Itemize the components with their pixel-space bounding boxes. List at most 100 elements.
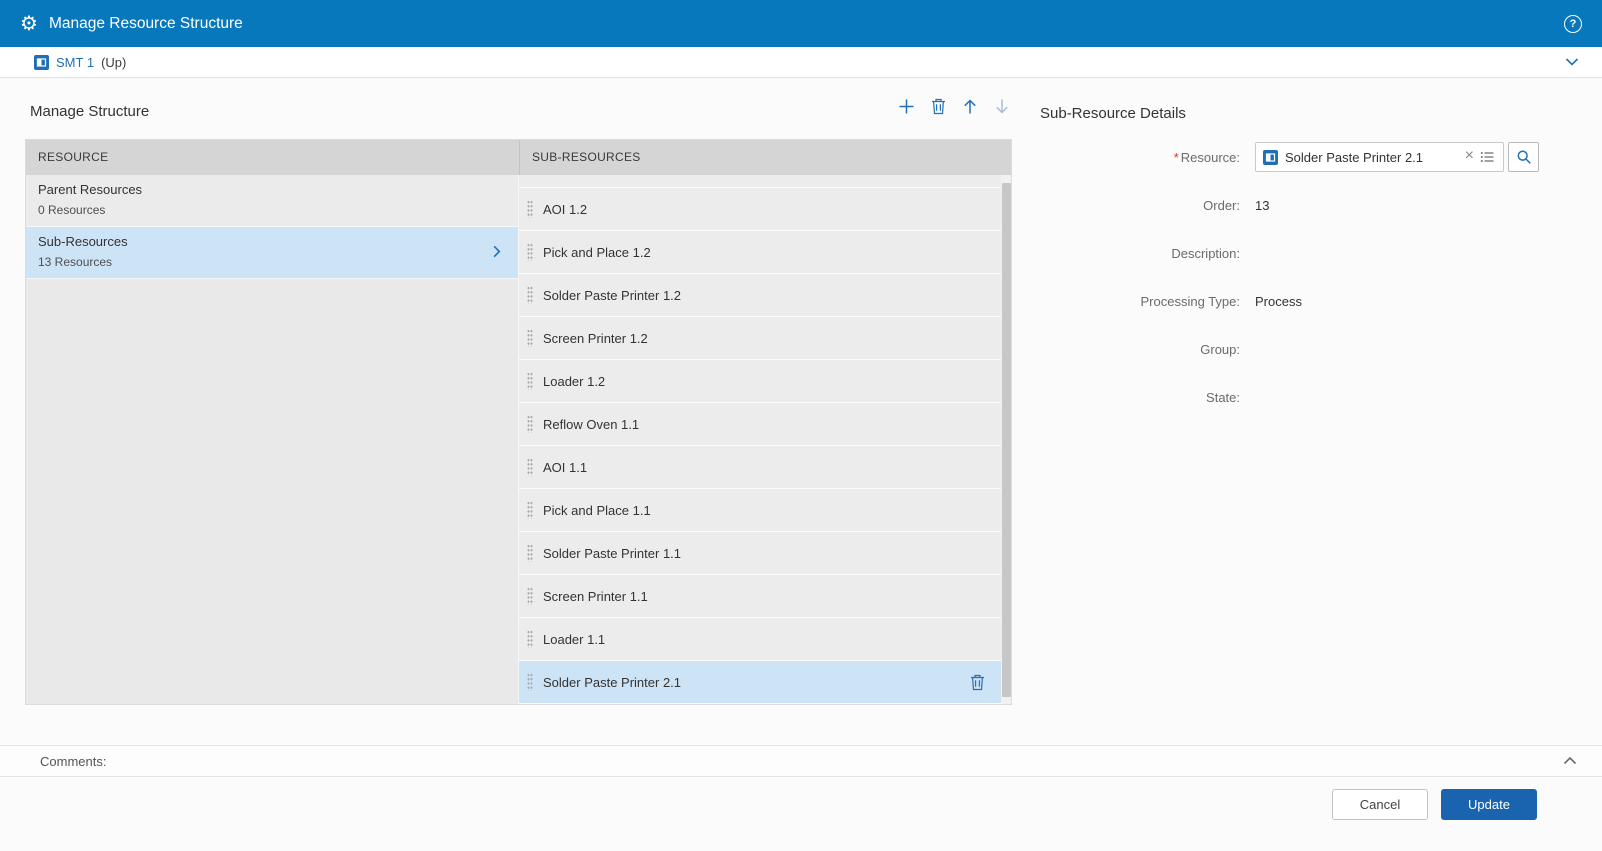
sub-resource-row[interactable]: Loader 1.1 [519, 618, 1011, 661]
sub-resource-name: AOI 1.2 [543, 202, 587, 217]
field-value: 13 [1255, 198, 1269, 213]
details-panel-title: Sub-Resource Details [1040, 105, 1186, 122]
required-marker: * [1174, 150, 1179, 165]
comments-bar[interactable]: Comments: [0, 745, 1602, 777]
resource-picker-input[interactable]: Solder Paste Printer 2.1 × [1255, 142, 1504, 172]
sub-resource-row[interactable]: Pick and Place 1.2 [519, 231, 1011, 274]
sub-resource-row[interactable]: Screen Printer 1.2 [519, 317, 1011, 360]
sub-resource-name: Pick and Place 1.1 [543, 503, 651, 518]
sub-resource-name: Loader 1.1 [543, 632, 605, 647]
sub-resource-name: Screen Printer 1.1 [543, 589, 648, 604]
chevron-down-icon[interactable] [1564, 54, 1580, 70]
footer-bar: Cancel Update [0, 777, 1602, 851]
structure-panel-title: Manage Structure [30, 103, 149, 120]
details-panel: *Resource: Solder Paste Printer 2.1 × Or… [1040, 141, 1570, 429]
drag-handle-icon[interactable] [527, 673, 533, 691]
breadcrumb-up-label: (Up) [101, 55, 126, 70]
partially-scrolled-row [519, 175, 1011, 188]
resource-entity-icon [1263, 150, 1278, 165]
breadcrumb-entity-link[interactable]: SMT 1 [56, 55, 94, 70]
column-header-sub-resources: SUB-RESOURCES [519, 140, 1011, 175]
resource-groups-column: Parent Resources0 Resources Sub-Resources… [26, 175, 519, 704]
drag-handle-icon[interactable] [527, 372, 533, 390]
add-icon[interactable] [898, 98, 915, 115]
sub-resource-list: AOI 1.2 Pick and Place 1.2 Solder Paste Pr… [519, 188, 1011, 704]
delete-icon[interactable] [931, 98, 946, 115]
detail-field-row: Order:13 [1040, 189, 1570, 221]
sub-resource-row[interactable]: Loader 1.2 [519, 360, 1011, 403]
move-down-icon [994, 98, 1010, 115]
sub-resource-row[interactable]: Reflow Oven 1.1 [519, 403, 1011, 446]
scrollbar[interactable] [1001, 175, 1011, 704]
drag-handle-icon[interactable] [527, 200, 533, 218]
field-label: *Resource: [1040, 150, 1240, 165]
detail-field-row: Group: [1040, 333, 1570, 365]
chevron-up-icon[interactable] [1562, 753, 1578, 769]
field-label: State: [1040, 390, 1240, 405]
table-body: Parent Resources0 Resources Sub-Resources… [26, 175, 1011, 704]
drag-handle-icon[interactable] [527, 544, 533, 562]
drag-handle-icon[interactable] [527, 329, 533, 347]
comments-label: Comments: [40, 754, 106, 769]
sub-resource-row[interactable]: AOI 1.2 [519, 188, 1011, 231]
resource-field-row: *Resource: Solder Paste Printer 2.1 × [1040, 141, 1570, 173]
app-header: ⚙ Manage Resource Structure ? [0, 0, 1602, 47]
sub-resource-name: Solder Paste Printer 2.1 [543, 675, 681, 690]
field-label: Description: [1040, 246, 1240, 261]
sub-resource-row[interactable]: Solder Paste Printer 2.1 [519, 661, 1011, 704]
table-header: RESOURCE SUB-RESOURCES [26, 140, 1011, 175]
resource-field-label: Resource: [1181, 150, 1240, 165]
chevron-right-icon [489, 244, 504, 259]
sub-resource-name: Loader 1.2 [543, 374, 605, 389]
sub-resource-name: AOI 1.1 [543, 460, 587, 475]
resource-group-count: 13 Resources [38, 253, 128, 272]
resource-group-row[interactable]: Sub-Resources13 Resources [26, 227, 518, 279]
sub-resource-name: Solder Paste Printer 1.2 [543, 288, 681, 303]
resource-group-label: Sub-Resources [38, 232, 128, 253]
drag-handle-icon[interactable] [527, 415, 533, 433]
update-button[interactable]: Update [1441, 789, 1537, 820]
sub-resource-row[interactable]: Solder Paste Printer 1.1 [519, 532, 1011, 575]
field-value: Process [1255, 294, 1302, 309]
drag-handle-icon[interactable] [527, 587, 533, 605]
help-icon[interactable]: ? [1564, 15, 1582, 33]
drag-handle-icon[interactable] [527, 286, 533, 304]
drag-handle-icon[interactable] [527, 458, 533, 476]
resource-group-text: Parent Resources0 Resources [38, 180, 142, 220]
drag-handle-icon[interactable] [527, 501, 533, 519]
drag-handle-icon[interactable] [527, 630, 533, 648]
clear-icon[interactable]: × [1461, 148, 1480, 166]
search-icon [1516, 149, 1532, 165]
search-button[interactable] [1508, 142, 1539, 172]
column-header-resource: RESOURCE [26, 140, 519, 175]
structure-toolbar [898, 98, 1010, 115]
page-title: Manage Resource Structure [49, 15, 243, 33]
sub-resource-row[interactable]: Solder Paste Printer 1.2 [519, 274, 1011, 317]
field-label: Group: [1040, 342, 1240, 357]
list-icon[interactable] [1480, 150, 1497, 164]
drag-handle-icon[interactable] [527, 243, 533, 261]
resource-group-row[interactable]: Parent Resources0 Resources [26, 175, 518, 227]
resource-group-text: Sub-Resources13 Resources [38, 232, 128, 272]
sub-resource-row[interactable]: Screen Printer 1.1 [519, 575, 1011, 618]
delete-sub-resource-icon[interactable] [970, 674, 985, 691]
breadcrumb: SMT 1 (Up) [0, 47, 1602, 78]
resource-entity-icon [34, 55, 49, 70]
detail-field-row: Description: [1040, 237, 1570, 269]
sub-resources-column: AOI 1.2 Pick and Place 1.2 Solder Paste Pr… [519, 175, 1011, 704]
sub-resource-row[interactable]: AOI 1.1 [519, 446, 1011, 489]
gear-icon: ⚙ [20, 14, 38, 34]
field-label: Processing Type: [1040, 294, 1240, 309]
detail-field-row: State: [1040, 381, 1570, 413]
scrollbar-thumb[interactable] [1002, 183, 1011, 697]
sub-resource-name: Pick and Place 1.2 [543, 245, 651, 260]
resource-picker-value: Solder Paste Printer 2.1 [1285, 150, 1461, 165]
move-up-icon[interactable] [962, 98, 978, 115]
resource-group-count: 0 Resources [38, 201, 142, 220]
sub-resource-row[interactable]: Pick and Place 1.1 [519, 489, 1011, 532]
sub-resource-name: Screen Printer 1.2 [543, 331, 648, 346]
cancel-button[interactable]: Cancel [1332, 789, 1428, 820]
sub-resource-name: Solder Paste Printer 1.1 [543, 546, 681, 561]
structure-table: RESOURCE SUB-RESOURCES Parent Resources0… [25, 139, 1012, 705]
sub-resource-name: Reflow Oven 1.1 [543, 417, 639, 432]
